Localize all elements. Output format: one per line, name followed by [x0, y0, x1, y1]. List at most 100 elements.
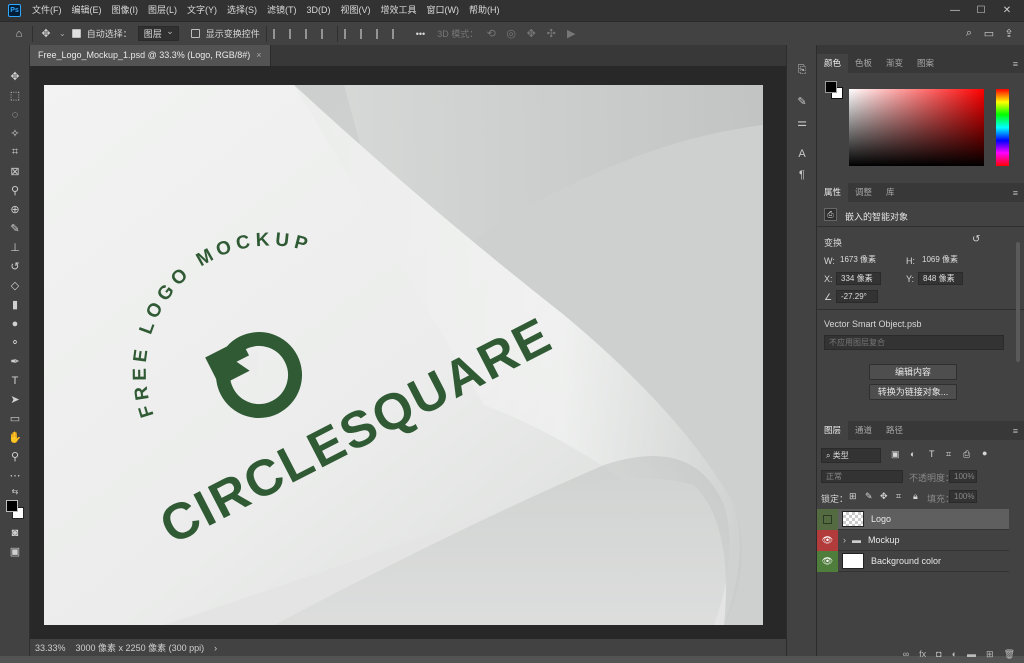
marquee-tool-icon[interactable]: ⬚: [0, 86, 30, 105]
pen-tool-icon[interactable]: ✒: [0, 352, 30, 371]
quick-mask-icon[interactable]: ◙: [0, 523, 30, 542]
align-vcenter-icon[interactable]: [359, 28, 370, 39]
expand-group-icon[interactable]: ›: [843, 535, 846, 545]
filter-smart-object-icon[interactable]: ⎙: [963, 449, 970, 460]
menu-3d[interactable]: 3D(D): [302, 0, 336, 21]
dodge-tool-icon[interactable]: ⚬: [0, 333, 30, 352]
document-canvas[interactable]: FREE LOGO MOCKUP CIRCLESQUARE: [44, 85, 763, 625]
eraser-tool-icon[interactable]: ◇: [0, 276, 30, 295]
rectangle-tool-icon[interactable]: ▭: [0, 409, 30, 428]
layer-filter-dropdown[interactable]: ⌕ 类型: [821, 448, 881, 463]
frame-tool-icon[interactable]: ⊠: [0, 162, 30, 181]
layer-name[interactable]: Mockup: [868, 535, 900, 545]
adjustments-sliders-icon[interactable]: ⚌: [787, 112, 817, 133]
canvas-area[interactable]: FREE LOGO MOCKUP CIRCLESQUARE: [30, 66, 786, 639]
color-swatches[interactable]: [0, 497, 30, 523]
zoom-tool-icon[interactable]: ⚲: [0, 447, 30, 466]
tab-color[interactable]: 颜色: [817, 54, 849, 73]
width-field[interactable]: 1673 像素: [836, 254, 881, 267]
eye-icon[interactable]: 👁︎: [817, 529, 838, 551]
filter-adjustment-icon[interactable]: ◐: [910, 449, 915, 459]
filter-pixel-icon[interactable]: ▣: [891, 449, 900, 460]
more-options-button[interactable]: •••: [416, 29, 425, 39]
tab-properties[interactable]: 属性: [817, 183, 849, 202]
reset-transform-icon[interactable]: ↺: [972, 234, 980, 245]
panel-menu-icon[interactable]: ≡: [1013, 59, 1018, 69]
document-tab[interactable]: Free_Logo_Mockup_1.psd @ 33.3% (Logo, RG…: [30, 45, 271, 66]
opacity-field[interactable]: 100%: [949, 470, 977, 483]
distribute-vertical-icon[interactable]: [391, 28, 402, 39]
panel-menu-icon[interactable]: ≡: [1013, 426, 1018, 436]
new-group-icon[interactable]: ▬: [967, 649, 976, 659]
tab-layers[interactable]: 图层: [817, 421, 849, 440]
menu-help[interactable]: 帮助(H): [464, 0, 505, 21]
workspace-icon[interactable]: ▭: [982, 27, 996, 41]
eyedropper-tool-icon[interactable]: ⚲: [0, 181, 30, 200]
show-transform-checkbox[interactable]: [190, 29, 200, 38]
delete-layer-icon[interactable]: 🗑︎: [1004, 649, 1015, 660]
move-tool-icon[interactable]: ✥: [0, 67, 30, 86]
distribute-icon[interactable]: [320, 28, 331, 39]
status-arrow-icon[interactable]: ›: [214, 643, 217, 653]
minimize-button[interactable]: —: [942, 0, 968, 21]
blur-tool-icon[interactable]: ●: [0, 314, 30, 333]
lock-all-icon[interactable]: 🔒︎: [913, 491, 918, 502]
zoom-level[interactable]: 33.33%: [35, 643, 66, 653]
menu-window[interactable]: 窗口(W): [422, 0, 465, 21]
foreground-color-swatch[interactable]: [6, 500, 18, 512]
swap-colors-icon[interactable]: ⇆: [0, 485, 30, 497]
edit-contents-button[interactable]: 编辑内容: [869, 364, 957, 380]
tab-patterns[interactable]: 图案: [910, 54, 941, 73]
gradient-tool-icon[interactable]: ▮: [0, 295, 30, 314]
menu-type[interactable]: 文字(Y): [182, 0, 222, 21]
lock-artboard-icon[interactable]: ⌗: [896, 491, 901, 502]
tab-libraries[interactable]: 库: [879, 183, 902, 202]
edit-toolbar-icon[interactable]: ⋯: [0, 466, 30, 485]
lasso-tool-icon[interactable]: ◌: [0, 105, 30, 124]
properties-scrollbar[interactable]: [1016, 242, 1020, 362]
magic-wand-tool-icon[interactable]: ✧: [0, 124, 30, 143]
lock-position-icon[interactable]: ✥: [880, 491, 888, 502]
search-icon[interactable]: ⌕: [962, 27, 976, 41]
layer-row-background-color[interactable]: 👁︎ Background color: [817, 550, 1009, 572]
tab-paths[interactable]: 路径: [879, 421, 910, 440]
type-tool-icon[interactable]: T: [0, 371, 30, 390]
fill-field[interactable]: 100%: [949, 490, 977, 503]
auto-select-dropdown[interactable]: 图层: [137, 25, 179, 41]
hue-slider[interactable]: [996, 89, 1009, 166]
align-top-icon[interactable]: [343, 28, 354, 39]
panel-menu-icon[interactable]: ≡: [1013, 188, 1018, 198]
menu-file[interactable]: 文件(F): [27, 0, 67, 21]
menu-layer[interactable]: 图层(L): [143, 0, 182, 21]
move-tool-icon[interactable]: ✥: [39, 27, 53, 41]
layer-name[interactable]: Background color: [871, 556, 941, 566]
tab-swatches[interactable]: 色板: [848, 54, 879, 73]
share-icon[interactable]: ⇪: [1002, 27, 1016, 41]
lock-pixels-icon[interactable]: ✎: [865, 491, 873, 502]
add-mask-icon[interactable]: ◘: [936, 649, 941, 659]
filter-shape-icon[interactable]: ⌗: [946, 449, 951, 460]
screen-mode-icon[interactable]: ▣: [0, 542, 30, 561]
lock-transparency-icon[interactable]: ⊞: [849, 491, 857, 502]
height-field[interactable]: 1069 像素: [918, 254, 963, 267]
home-icon[interactable]: ⌂: [12, 27, 26, 41]
close-tab-icon[interactable]: ×: [256, 45, 261, 66]
character-panel-icon[interactable]: A: [787, 143, 817, 164]
brush-tool-icon[interactable]: ✎: [0, 219, 30, 238]
auto-select-checkbox[interactable]: [71, 29, 81, 38]
menu-filter[interactable]: 滤镜(T): [262, 0, 302, 21]
visibility-toggle-empty[interactable]: [817, 508, 838, 530]
angle-field[interactable]: -27.29°: [836, 290, 878, 303]
x-field[interactable]: 334 像素: [836, 272, 881, 285]
filter-toggle-icon[interactable]: ●: [982, 448, 987, 458]
menu-plugins[interactable]: 增效工具: [376, 0, 422, 21]
adjustment-layer-icon[interactable]: ◐: [952, 649, 957, 659]
layer-style-icon[interactable]: fx: [919, 649, 926, 659]
eye-icon[interactable]: 👁︎: [817, 550, 838, 572]
maximize-button[interactable]: ☐: [968, 0, 994, 21]
history-brush-tool-icon[interactable]: ↺: [0, 257, 30, 276]
color-field[interactable]: [849, 89, 984, 166]
close-window-button[interactable]: ✕: [994, 0, 1020, 21]
menu-edit[interactable]: 编辑(E): [67, 0, 107, 21]
y-field[interactable]: 848 像素: [918, 272, 963, 285]
